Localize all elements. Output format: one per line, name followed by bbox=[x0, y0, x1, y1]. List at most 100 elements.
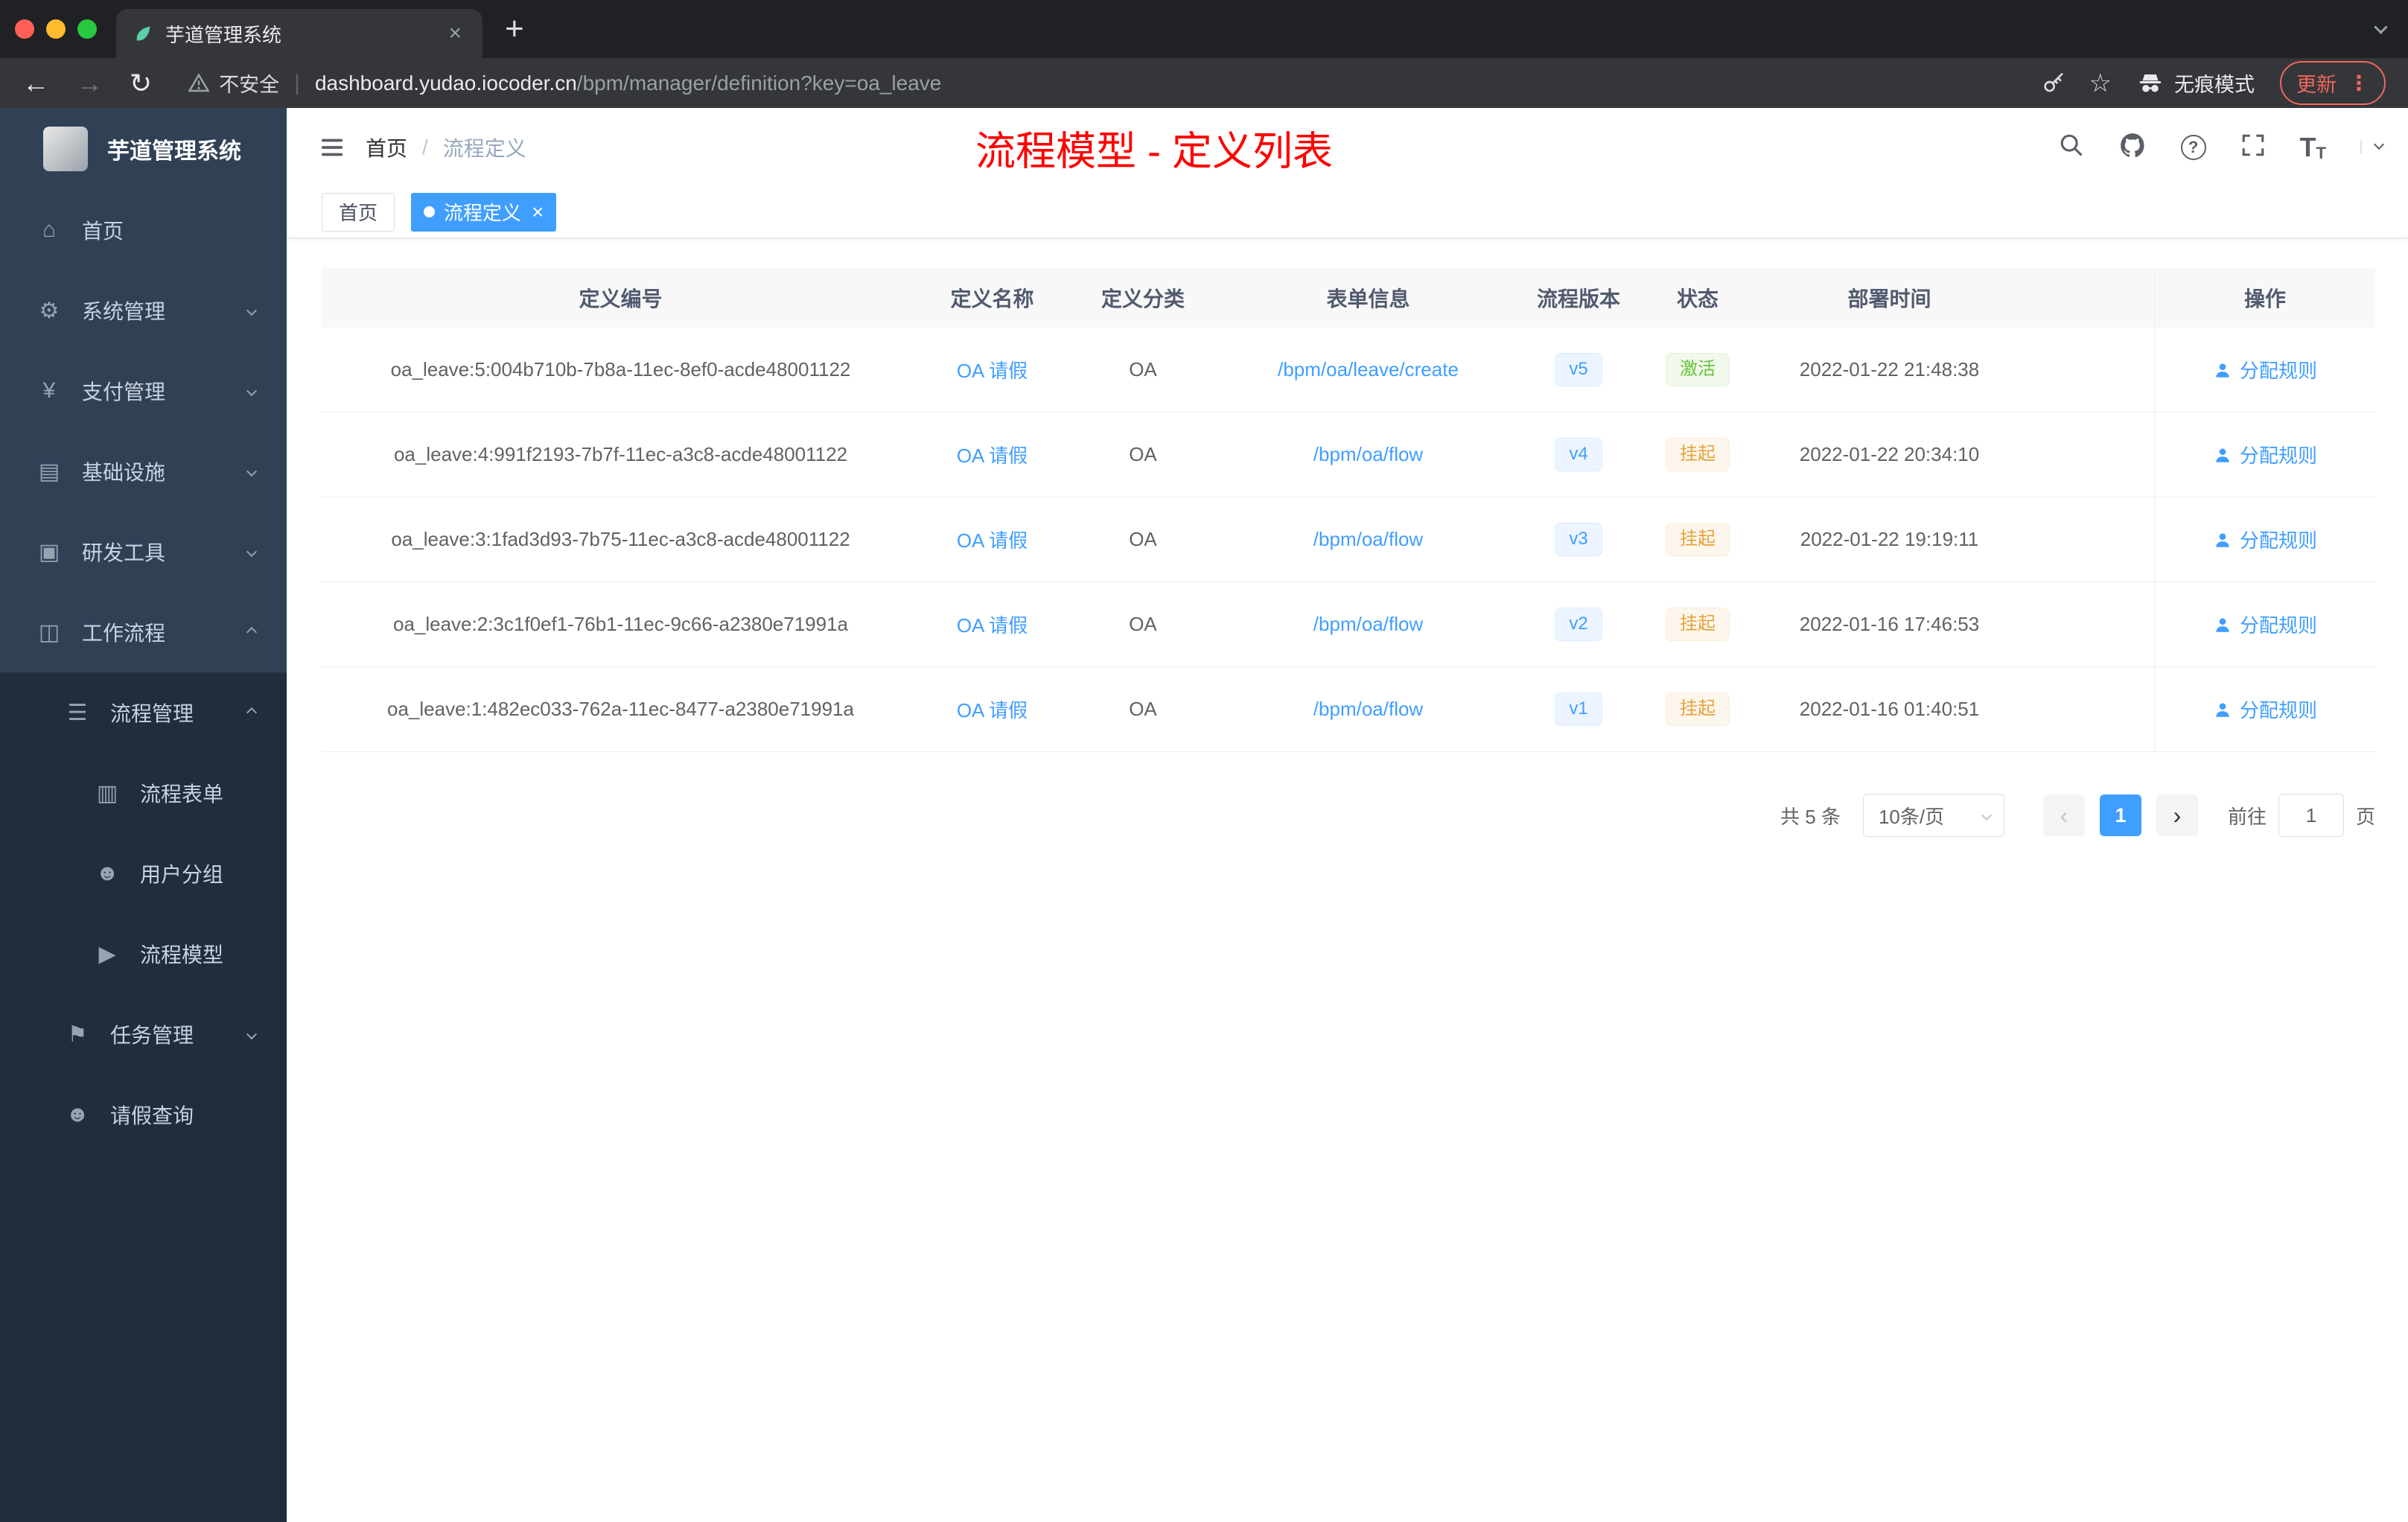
form-link[interactable]: /bpm/oa/flow bbox=[1313, 528, 1423, 551]
sidebar-item-home[interactable]: ⌂ 首页 bbox=[0, 190, 287, 270]
logo-image bbox=[43, 127, 88, 171]
deploy-time: 2022-01-16 17:46:53 bbox=[1799, 613, 1980, 635]
column-header: 表单信息 bbox=[1326, 287, 1410, 311]
sidebar-item-system-management[interactable]: ⚙ 系统管理 bbox=[0, 270, 287, 351]
status-badge: 挂起 bbox=[1666, 692, 1730, 726]
form-link[interactable]: /bpm/oa/leave/create bbox=[1278, 358, 1459, 381]
person-icon bbox=[2216, 363, 2229, 378]
page-content: 定义编号 定义名称 定义分类 表单信息 流程版本 状态 部署时间 操作 oa_l… bbox=[287, 238, 2408, 1522]
tab-strip: 芋道管理系统 × + bbox=[0, 0, 2408, 58]
version-badge: v5 bbox=[1555, 353, 1602, 386]
status-badge: 挂起 bbox=[1666, 523, 1730, 556]
tools-icon: ▣ bbox=[38, 539, 60, 564]
maximize-window-button[interactable] bbox=[77, 19, 97, 39]
help-icon[interactable]: ? bbox=[2180, 134, 2206, 160]
form-link[interactable]: /bpm/oa/flow bbox=[1313, 443, 1423, 466]
table-row: oa_leave:2:3c1f0ef1-76b1-11ec-9c66-a2380… bbox=[322, 582, 2375, 667]
definition-name-link[interactable]: OA 请假 bbox=[957, 695, 1028, 723]
chevron-down-icon bbox=[246, 546, 258, 558]
assign-rule-button[interactable]: 分配规则 bbox=[2213, 356, 2317, 383]
fullscreen-icon[interactable] bbox=[2240, 133, 2266, 162]
browser-menu-icon[interactable]: ⋮ bbox=[2348, 71, 2369, 95]
definition-id: oa_leave:3:1fad3d93-7b75-11ec-a3c8-acde4… bbox=[391, 528, 850, 550]
page-size-select[interactable]: 10条/页 bbox=[1862, 794, 2004, 837]
tags-view-bar: 首页 流程定义 × bbox=[287, 186, 2408, 238]
form-link[interactable]: /bpm/oa/flow bbox=[1313, 613, 1423, 636]
address-bar[interactable]: dashboard.yudao.iocoder.cn/bpm/manager/d… bbox=[315, 71, 941, 95]
sidebar-collapse-button[interactable] bbox=[287, 135, 366, 160]
user-menu[interactable] bbox=[2360, 138, 2385, 154]
person-icon bbox=[2216, 702, 2229, 717]
tag-close-icon[interactable]: × bbox=[532, 200, 544, 224]
next-page-button[interactable]: › bbox=[2156, 795, 2198, 836]
goto-page-input[interactable] bbox=[2278, 794, 2344, 837]
sidebar-item-payment-management[interactable]: ¥ 支付管理 bbox=[0, 351, 287, 431]
paper-plane-icon: ▶ bbox=[98, 941, 116, 967]
github-icon[interactable] bbox=[2118, 131, 2147, 163]
definition-category: OA bbox=[1129, 358, 1157, 380]
definition-id: oa_leave:1:482ec033-762a-11ec-8477-a2380… bbox=[387, 698, 854, 720]
assign-rule-label: 分配规则 bbox=[2239, 529, 2317, 552]
assign-rule-button[interactable]: 分配规则 bbox=[2213, 611, 2317, 638]
forward-button[interactable]: → bbox=[76, 68, 103, 99]
definition-id: oa_leave:4:991f2193-7b7f-11ec-a3c8-acde4… bbox=[393, 443, 848, 465]
assign-rule-button[interactable]: 分配规则 bbox=[2213, 441, 2317, 468]
definition-name-link[interactable]: OA 请假 bbox=[957, 356, 1028, 383]
infrastructure-icon: ▤ bbox=[38, 459, 60, 484]
window-controls bbox=[0, 19, 116, 39]
sidebar-item-user-group[interactable]: ☻ 用户分组 bbox=[0, 833, 287, 914]
goto-prefix: 前往 bbox=[2227, 805, 2267, 828]
assign-rule-button[interactable]: 分配规则 bbox=[2213, 695, 2317, 723]
chevron-up-icon bbox=[246, 626, 258, 638]
person-icon bbox=[2216, 532, 2229, 547]
breadcrumb: 首页 / 流程定义 bbox=[366, 133, 526, 162]
prev-page-button[interactable]: ‹ bbox=[2042, 795, 2085, 836]
sidebar-item-workflow[interactable]: ◫ 工作流程 bbox=[0, 592, 287, 672]
goto-suffix: 页 bbox=[2355, 805, 2375, 828]
minimize-window-button[interactable] bbox=[46, 19, 66, 39]
definition-name-link[interactable]: OA 请假 bbox=[957, 441, 1028, 468]
form-link[interactable]: /bpm/oa/flow bbox=[1313, 698, 1423, 721]
sidebar-item-leave-query[interactable]: ☻ 请假查询 bbox=[0, 1074, 287, 1155]
assign-rule-button[interactable]: 分配规则 bbox=[2213, 526, 2317, 553]
bookmark-star-icon[interactable]: ☆ bbox=[2089, 69, 2112, 98]
close-window-button[interactable] bbox=[15, 19, 34, 39]
tab-close-icon[interactable]: × bbox=[444, 21, 466, 46]
avatar[interactable] bbox=[2360, 139, 2362, 154]
sidebar-item-devtools[interactable]: ▣ 研发工具 bbox=[0, 512, 287, 592]
tag-home[interactable]: 首页 bbox=[322, 192, 395, 232]
definition-name-link[interactable]: OA 请假 bbox=[957, 526, 1028, 553]
incognito-label: 无痕模式 bbox=[2174, 74, 2255, 96]
new-tab-button[interactable]: + bbox=[505, 10, 524, 48]
workflow-icon: ◫ bbox=[38, 620, 60, 645]
active-dot-icon bbox=[424, 206, 436, 217]
column-header: 状态 bbox=[1676, 287, 1719, 311]
tab-title: 芋道管理系统 bbox=[165, 23, 282, 46]
person-icon: ☻ bbox=[66, 1102, 89, 1127]
security-indicator[interactable]: 不安全 bbox=[188, 69, 279, 98]
sidebar-item-label: 流程模型 bbox=[140, 943, 224, 967]
font-size-icon[interactable]: TT bbox=[2300, 132, 2326, 163]
top-navbar: 首页 / 流程定义 流程模型 - 定义列表 ? T T bbox=[287, 108, 2408, 186]
person-icon bbox=[2216, 448, 2229, 462]
sidebar-item-task-management[interactable]: ⚑ 任务管理 bbox=[0, 994, 287, 1074]
sidebar-item-process-form[interactable]: ▥ 流程表单 bbox=[0, 753, 287, 833]
password-key-icon[interactable] bbox=[2042, 71, 2065, 95]
reload-button[interactable]: ↻ bbox=[130, 68, 152, 99]
browser-tab[interactable]: 芋道管理系统 × bbox=[116, 9, 482, 58]
definition-name-link[interactable]: OA 请假 bbox=[957, 611, 1028, 638]
tab-search-chevron-icon[interactable] bbox=[2374, 20, 2388, 36]
chrome-update-button[interactable]: 更新 ⋮ bbox=[2280, 61, 2386, 105]
sidebar-item-process-management[interactable]: ☰ 流程管理 bbox=[0, 672, 287, 753]
back-button[interactable]: ← bbox=[22, 68, 49, 99]
sidebar-item-label: 用户分组 bbox=[140, 863, 224, 886]
hamburger-icon bbox=[321, 138, 343, 156]
sidebar-item-infrastructure[interactable]: ▤ 基础设施 bbox=[0, 431, 287, 512]
sidebar-item-process-model[interactable]: ▶ 流程模型 bbox=[0, 914, 287, 994]
tag-process-definition[interactable]: 流程定义 × bbox=[411, 192, 557, 232]
chevron-up-icon bbox=[246, 707, 258, 719]
page-number-1[interactable]: 1 bbox=[2099, 795, 2141, 836]
search-icon[interactable] bbox=[2059, 133, 2084, 162]
app-logo[interactable]: 芋道管理系统 bbox=[0, 108, 287, 190]
breadcrumb-home[interactable]: 首页 bbox=[366, 133, 407, 162]
